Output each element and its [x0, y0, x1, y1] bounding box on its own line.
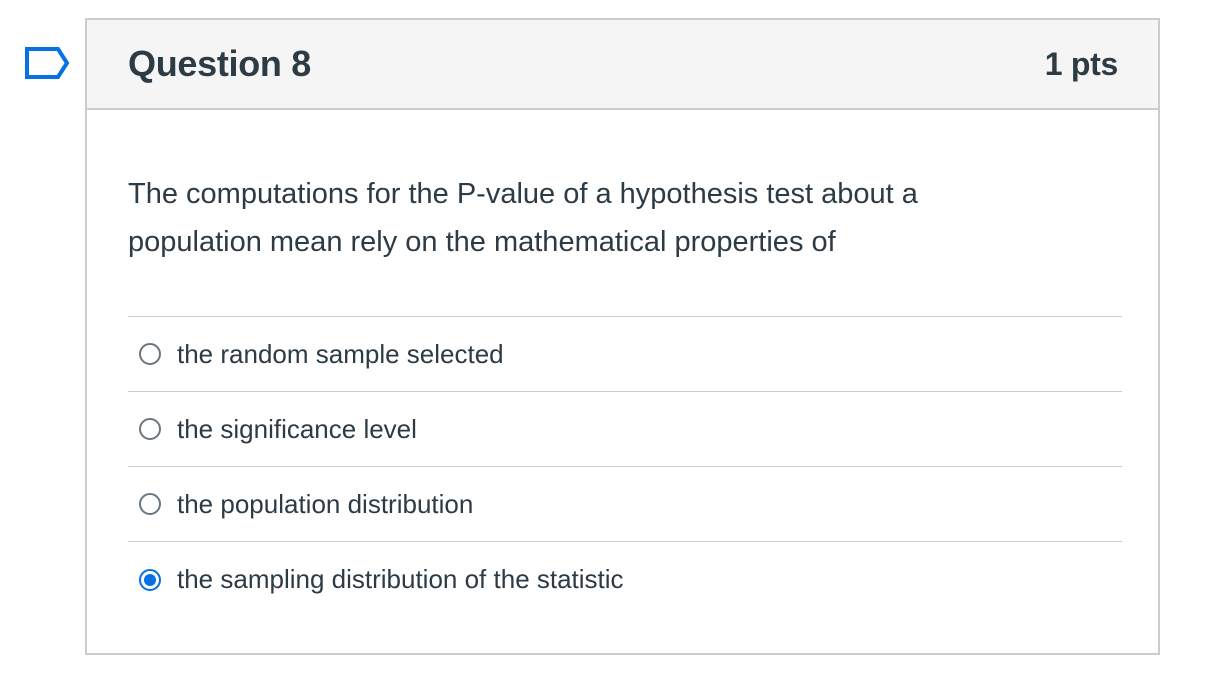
answer-label: the random sample selected [177, 338, 504, 369]
question-header: Question 8 1 pts [87, 20, 1158, 110]
radio-button[interactable] [139, 493, 161, 515]
question-body: The computations for the P-value of a hy… [87, 110, 1158, 617]
answer-option[interactable]: the random sample selected [128, 317, 1122, 392]
answer-option[interactable]: the significance level [128, 392, 1122, 467]
answer-label: the population distribution [177, 488, 474, 519]
question-text: The computations for the P-value of a hy… [128, 178, 918, 258]
question-points: 1 pts [1044, 45, 1119, 82]
radio-button[interactable] [139, 343, 161, 365]
answer-option[interactable]: the population distribution [128, 467, 1122, 542]
flag-question-icon[interactable] [24, 46, 70, 80]
radio-button[interactable] [139, 568, 161, 591]
answer-label: the significance level [177, 413, 417, 444]
question-card: Question 8 1 pts The computations for th… [85, 18, 1160, 655]
answer-list: the random sample selected the significa… [128, 316, 1122, 617]
answer-option[interactable]: the sampling distribution of the statist… [128, 542, 1122, 617]
question-title: Question 8 [128, 43, 312, 84]
radio-button[interactable] [139, 418, 161, 440]
answer-label: the sampling distribution of the statist… [177, 564, 624, 594]
